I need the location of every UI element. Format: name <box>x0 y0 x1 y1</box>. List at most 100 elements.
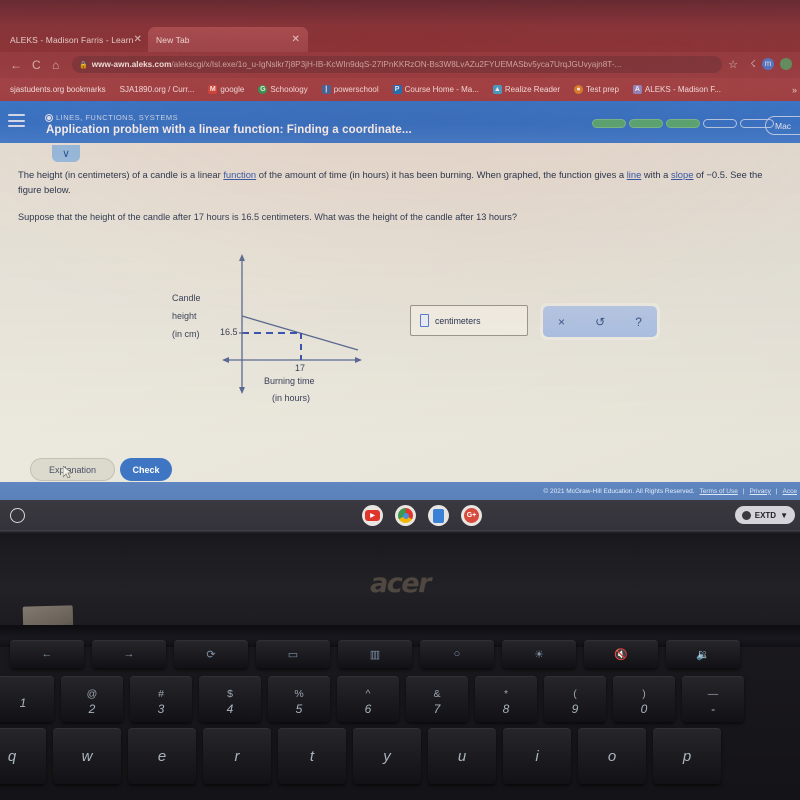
key-r[interactable]: r <box>203 728 271 784</box>
close-icon[interactable]: ✕ <box>292 34 300 45</box>
key-lower: 0 <box>640 701 648 716</box>
brightness-down-key[interactable]: ○ <box>420 640 494 668</box>
key-4[interactable]: $4 <box>199 676 261 722</box>
bookmark-star-icon[interactable]: ☆ <box>728 58 738 71</box>
keyboard-function-row: ← → ⟳ ▭ ▥ ○ ☀ 🔇 🔉 <box>10 640 740 668</box>
problem-text-part: of the amount of time (in hours) it has … <box>256 169 627 180</box>
kicker-label: LINES, FUNCTIONS, SYSTEMS <box>56 113 179 122</box>
key-7[interactable]: & 7 <box>406 676 468 722</box>
reload-key[interactable]: ⟳ <box>174 640 248 668</box>
forward-key[interactable]: → <box>92 640 166 668</box>
accessibility-link[interactable]: Acce <box>783 488 797 495</box>
key-p[interactable]: p <box>653 728 721 784</box>
system-tray[interactable]: EXTD ▼ <box>734 506 795 524</box>
profile-avatar[interactable] <box>780 58 792 70</box>
key-5[interactable]: % 5 <box>268 676 330 722</box>
home-icon[interactable]: ⌂ <box>52 58 59 72</box>
close-icon[interactable]: ✕ <box>133 34 141 45</box>
back-icon[interactable]: ← <box>10 58 22 72</box>
fullscreen-key[interactable]: ▭ <box>256 640 330 668</box>
account-button[interactable]: Mac <box>765 116 800 135</box>
bookmark-item[interactable]: SJA1890.org / Curr... <box>113 85 202 94</box>
key-q[interactable]: q <box>0 728 46 784</box>
extension-icon-2[interactable]: m <box>762 58 774 70</box>
overview-key[interactable]: ▥ <box>338 640 412 668</box>
key-upper: & <box>433 687 441 700</box>
y-axis-label-line3: (in cm) <box>172 329 200 339</box>
bookmark-label: Course Home - Ma... <box>404 85 479 94</box>
bookmark-item[interactable]: | powerschool <box>315 85 386 94</box>
y-axis-label-line2: height <box>172 311 197 321</box>
link-slope[interactable]: slope <box>671 169 693 180</box>
docs-icon[interactable] <box>428 505 449 526</box>
link-function[interactable]: function <box>223 169 256 180</box>
topic-dot-icon <box>46 114 52 121</box>
problem-question: Suppose that the height of the candle af… <box>18 212 517 222</box>
key-lower: 6 <box>364 701 372 716</box>
terms-link[interactable]: Terms of Use <box>700 488 738 495</box>
tab-title: ALEKS - Madison Farris - Learn <box>10 34 134 45</box>
problem-text-part: with a <box>641 169 671 180</box>
help-icon[interactable]: ? <box>635 315 642 329</box>
bookmark-item[interactable]: sjastudents.org bookmarks <box>3 85 113 94</box>
bookmark-label: Realize Reader <box>504 85 561 94</box>
key-6[interactable]: ^ 6 <box>337 676 399 722</box>
answer-placeholder-box[interactable] <box>420 314 429 327</box>
progress-segment <box>629 119 663 128</box>
key-y[interactable]: y <box>353 728 421 784</box>
key-u[interactable]: u <box>428 728 496 784</box>
bookmark-item[interactable]: Mgoogle <box>201 85 251 94</box>
candle-graph-figure: Candle height (in cm) 16.5 17 Burning ti… <box>168 250 368 405</box>
check-button[interactable]: Check <box>120 458 172 481</box>
topic-kicker: LINES, FUNCTIONS, SYSTEMS <box>46 113 178 122</box>
bookmark-label: ALEKS - Madison F... <box>644 85 721 94</box>
answer-input[interactable]: centimeters <box>410 305 528 336</box>
back-key[interactable]: ← <box>10 640 84 668</box>
youtube-icon[interactable]: ▶ <box>362 505 383 526</box>
brightness-up-key[interactable]: ☀ <box>502 640 576 668</box>
extension-icon-1[interactable]: ☇ <box>750 59 756 70</box>
chevron-down-icon[interactable]: ∨ <box>52 145 80 162</box>
key-upper: # <box>158 687 164 700</box>
bookmark-item[interactable]: A ALEKS - Madison F... <box>626 85 728 94</box>
browser-tab-aleks[interactable]: ALEKS - Madison Farris - Learn ✕ <box>2 27 148 52</box>
bookmark-item[interactable]: ▲ Realize Reader <box>486 85 567 94</box>
key-e[interactable]: e <box>128 728 196 784</box>
reload-icon[interactable]: C <box>32 58 41 72</box>
key-minus[interactable]: — - <box>682 676 744 722</box>
bookmark-label: Test prep <box>586 85 619 94</box>
bookmarks-overflow-icon[interactable]: » <box>792 85 797 95</box>
key-w[interactable]: w <box>53 728 121 784</box>
privacy-link[interactable]: Privacy <box>750 488 771 495</box>
undo-icon[interactable]: ↺ <box>595 315 605 329</box>
explanation-button[interactable]: Explanation <box>30 458 115 481</box>
bookmark-item[interactable]: G Schoology <box>251 85 314 94</box>
x-axis-label-line1: Burning time <box>264 376 315 386</box>
laptop-chassis: acer ← → ⟳ ▭ ▥ ○ ☀ 🔇 🔉 1 @2 #3 $4 % 5 ^ 6 … <box>0 530 800 800</box>
key-i[interactable]: i <box>503 728 571 784</box>
clear-icon[interactable]: × <box>558 315 565 329</box>
key-lower: 9 <box>571 701 579 716</box>
key-9[interactable]: (9 <box>544 676 606 722</box>
bookmark-item[interactable]: ● Test prep <box>567 85 626 94</box>
key-0[interactable]: ) 0 <box>613 676 675 722</box>
volume-down-key[interactable]: 🔉 <box>666 640 740 668</box>
mute-key[interactable]: 🔇 <box>584 640 658 668</box>
address-bar[interactable]: 🔒 www-awn.aleks.com /alekscgi/x/Isl.exe/… <box>72 56 722 73</box>
launcher-icon[interactable] <box>10 508 25 523</box>
key-o[interactable]: o <box>578 728 646 784</box>
link-line[interactable]: line <box>627 169 642 180</box>
bookmark-item[interactable]: P Course Home - Ma... <box>386 85 486 94</box>
google-plus-icon[interactable]: G+ <box>461 505 482 526</box>
chrome-icon[interactable] <box>395 505 416 526</box>
bookmark-label: sjastudents.org bookmarks <box>10 85 106 94</box>
key-3[interactable]: #3 <box>130 676 192 722</box>
footer-divider: | <box>742 487 745 495</box>
google-icon: M <box>208 85 218 94</box>
key-2[interactable]: @2 <box>61 676 123 722</box>
key-t[interactable]: t <box>278 728 346 784</box>
key-8[interactable]: * 8 <box>475 676 537 722</box>
key-1[interactable]: 1 <box>0 676 54 722</box>
menu-icon[interactable] <box>8 114 25 127</box>
browser-tab-new-tab[interactable]: New Tab ✕ <box>148 27 308 52</box>
